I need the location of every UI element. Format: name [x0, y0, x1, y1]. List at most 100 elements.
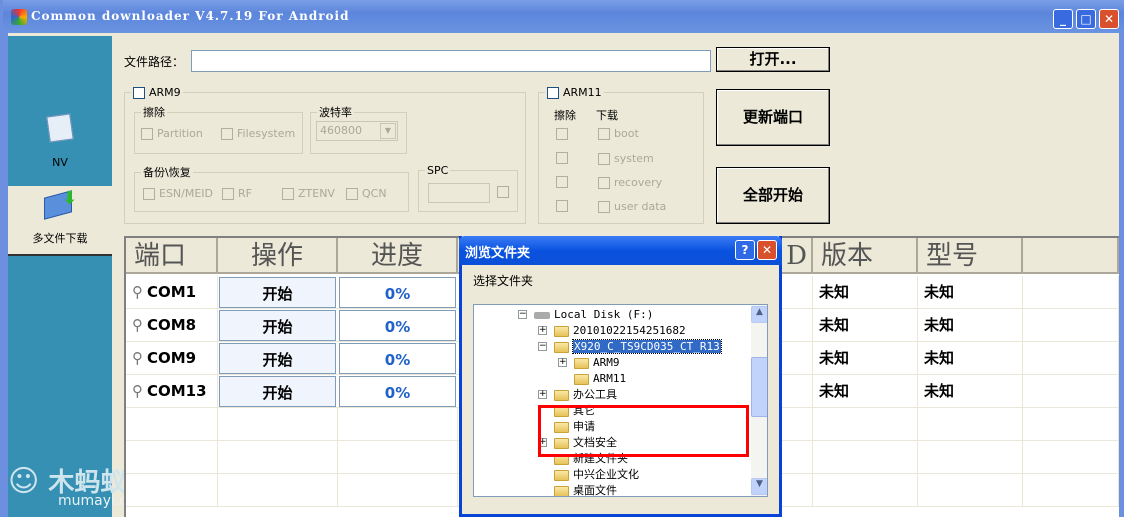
expand-icon[interactable]: + [538, 390, 547, 399]
table-cell [813, 441, 918, 474]
sidebar: NV ⬇ 多文件下载 [8, 36, 112, 517]
folder-icon [574, 373, 589, 385]
tree-node[interactable]: ARM9 [574, 355, 620, 371]
esn-meid-checkbox[interactable]: ESN/MEID [143, 187, 213, 200]
folder-tree[interactable]: Local Disk (F:) − 20101022154251682 + X920_C… [473, 304, 768, 497]
rf-checkbox[interactable]: RF [222, 187, 252, 200]
userdata-checkbox[interactable]: user data [598, 200, 666, 213]
table-cell [1023, 375, 1119, 408]
scroll-up-icon[interactable]: ▲ [751, 306, 767, 323]
boot-checkbox[interactable]: boot [598, 127, 639, 140]
refresh-ports-button[interactable]: 更新端口 [716, 89, 830, 146]
collapse-icon[interactable]: − [538, 342, 547, 351]
folder-icon [554, 341, 569, 353]
start-button[interactable]: 开始 [219, 376, 336, 407]
progress-value: 0% [339, 376, 456, 407]
model-value: 未知 [918, 309, 1023, 342]
erase-recovery-checkbox[interactable] [556, 176, 568, 188]
download-arrow-icon: ⬇ [62, 188, 78, 209]
minimize-button[interactable]: _ [1053, 9, 1073, 29]
arm9-checkbox[interactable] [133, 87, 145, 99]
table-cell: ⚲ COM8 [126, 309, 218, 342]
table-cell [218, 441, 338, 474]
filesystem-checkbox[interactable]: Filesystem [221, 127, 295, 140]
table-cell [918, 408, 1023, 441]
help-button[interactable]: ? [735, 240, 755, 260]
spc-checkbox[interactable] [497, 186, 509, 198]
browse-folder-dialog: 浏览文件夹 ? ✕ 选择文件夹 Local Disk (F:) − 20101022… [459, 236, 782, 517]
drive-icon [534, 311, 550, 319]
table-cell [813, 474, 918, 507]
header-progress[interactable]: 进度 [338, 238, 458, 274]
tree-node[interactable]: 中兴企业文化 [554, 467, 639, 483]
folder-icon [554, 485, 569, 496]
table-cell [813, 408, 918, 441]
partition-checkbox[interactable]: Partition [141, 127, 203, 140]
expand-icon[interactable]: + [558, 358, 567, 367]
app-icon [11, 9, 27, 25]
table-cell [1023, 474, 1119, 507]
qcn-checkbox[interactable]: QCN [346, 187, 387, 200]
tree-node[interactable]: 桌面文件 [554, 483, 617, 496]
sidebar-item-label: NV [52, 156, 68, 169]
arm11-checkbox[interactable] [547, 87, 559, 99]
system-checkbox[interactable]: system [598, 152, 654, 165]
header-port[interactable]: 端口 [126, 238, 218, 274]
backup-label: 备份\恢复 [143, 166, 191, 179]
baud-select[interactable]: 460800 ▼ [316, 121, 398, 141]
tree-node-label: 办公工具 [573, 388, 617, 401]
dialog-title[interactable]: 浏览文件夹 ? ✕ [459, 236, 782, 265]
tree-node[interactable]: 办公工具 [554, 387, 617, 403]
dialog-title-text: 浏览文件夹 [465, 246, 531, 261]
tree-node-label: Local Disk (F:) [554, 308, 654, 321]
start-button[interactable]: 开始 [219, 343, 336, 374]
header-version[interactable]: 版本 [813, 238, 918, 274]
recovery-checkbox[interactable]: recovery [598, 176, 662, 189]
start-button[interactable]: 开始 [219, 310, 336, 341]
maximize-button[interactable]: □ [1076, 9, 1096, 29]
sidebar-item-multi-download[interactable]: ⬇ 多文件下载 [8, 186, 112, 256]
folder-icon [554, 469, 569, 481]
header-action[interactable]: 操作 [218, 238, 338, 274]
tree-node[interactable]: ARM11 [574, 371, 626, 387]
open-button[interactable]: 打开... [716, 47, 830, 72]
tree-node-label: 20101022154251682 [573, 324, 686, 337]
table-cell [126, 474, 218, 507]
sidebar-item-nv[interactable]: NV [8, 111, 112, 181]
baud-label: 波特率 [319, 106, 352, 119]
table-cell [1023, 342, 1119, 375]
start-button[interactable]: 开始 [219, 277, 336, 308]
arm11-erase-label: 擦除 [554, 109, 576, 122]
erase-boot-checkbox[interactable] [556, 128, 568, 140]
tree-node[interactable]: X920_C_TS9CD035_CT_R13 [554, 339, 722, 355]
dialog-prompt: 选择文件夹 [473, 274, 534, 288]
tree-node[interactable]: Local Disk (F:) [534, 307, 653, 323]
serial-port-icon: ⚲ [132, 382, 143, 400]
port-name: COM8 [147, 316, 197, 334]
start-all-button[interactable]: 全部开始 [716, 167, 830, 224]
close-button[interactable]: ✕ [1099, 9, 1119, 29]
dialog-close-button[interactable]: ✕ [757, 240, 777, 260]
table-cell: ⚲ COM1 [126, 276, 218, 309]
collapse-icon[interactable]: − [518, 310, 527, 319]
erase-system-checkbox[interactable] [556, 152, 568, 164]
tree-node-label: 中兴企业文化 [573, 468, 639, 481]
arm9-label: ARM9 [149, 86, 181, 99]
tree-node[interactable]: 20101022154251682 [554, 323, 686, 339]
tree-node-label: ARM9 [593, 356, 620, 369]
ztenv-checkbox[interactable]: ZTENV [282, 187, 335, 200]
scroll-thumb[interactable] [751, 357, 767, 417]
scroll-down-icon[interactable]: ▼ [751, 478, 767, 495]
serial-port-icon: ⚲ [132, 316, 143, 334]
title-bar[interactable]: Common downloader V4.7.19 For Android _ … [0, 0, 1124, 33]
chevron-down-icon: ▼ [380, 123, 396, 139]
expand-icon[interactable]: + [538, 326, 547, 335]
model-value: 未知 [918, 276, 1023, 309]
header-model[interactable]: 型号 [918, 238, 1023, 274]
table-cell [338, 408, 458, 441]
erase-userdata-checkbox[interactable] [556, 200, 568, 212]
path-label: 文件路径： [124, 55, 185, 69]
tree-scrollbar[interactable]: ▲ ▼ [751, 305, 767, 496]
spc-input[interactable] [428, 183, 490, 203]
path-input[interactable] [191, 50, 711, 72]
